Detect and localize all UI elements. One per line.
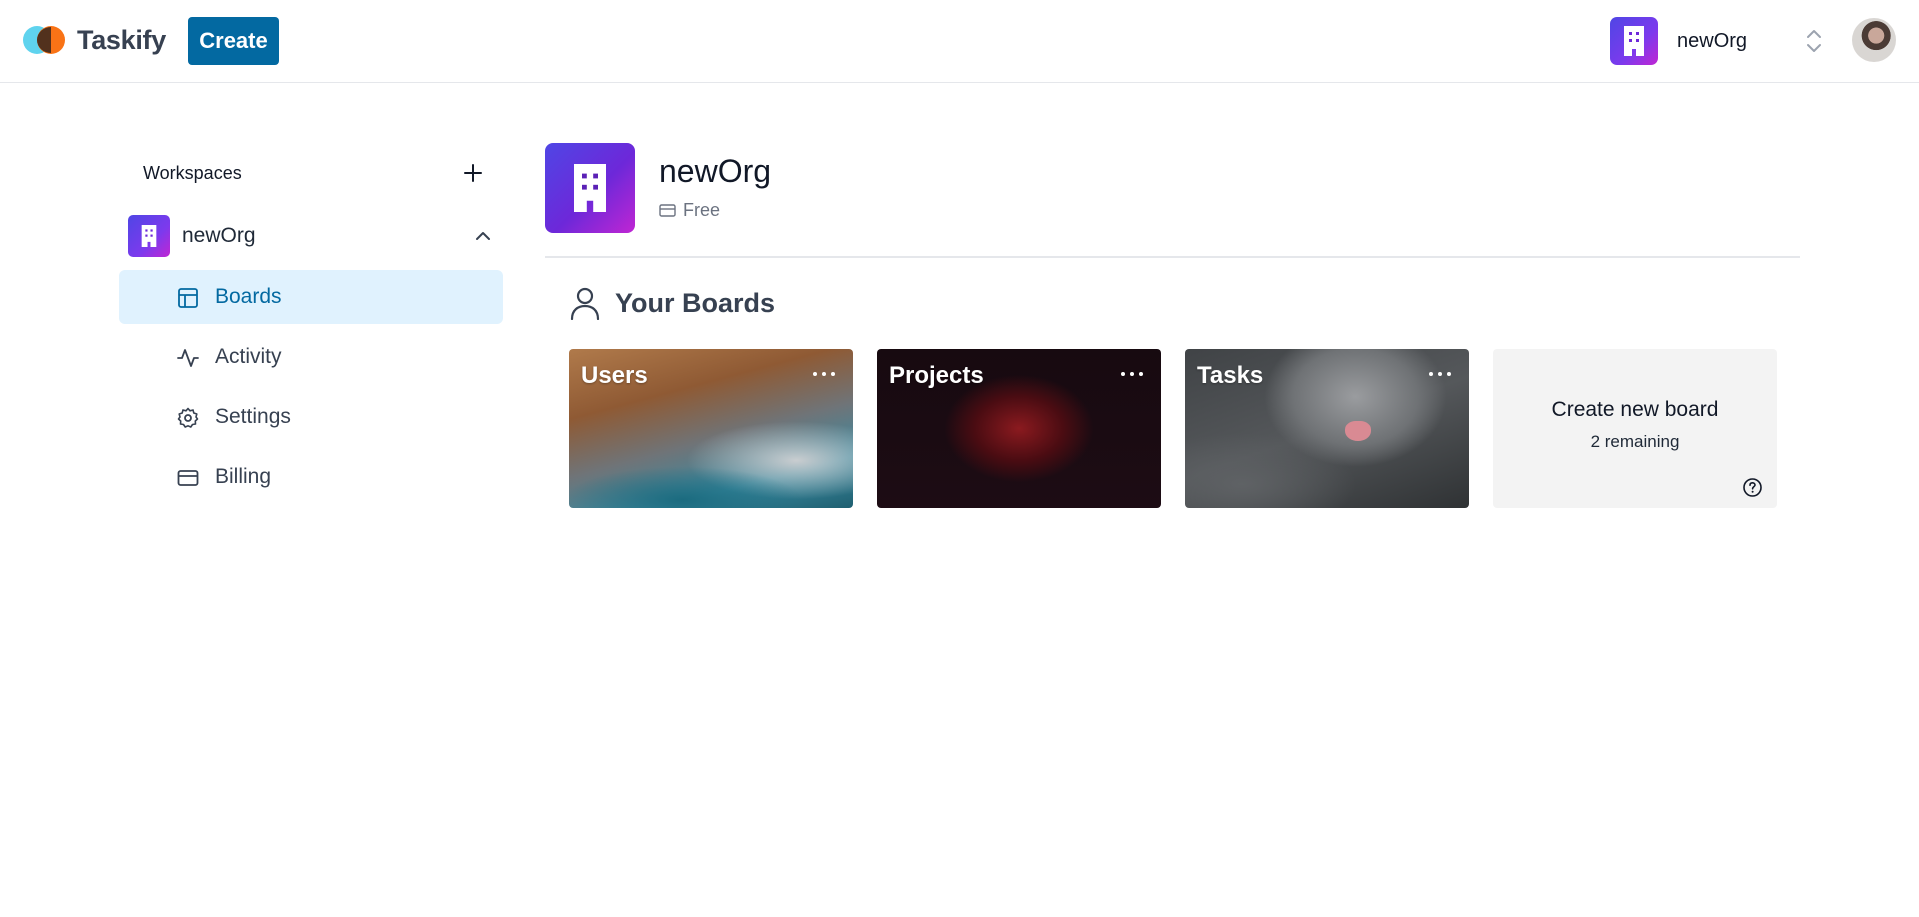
org-info-header: newOrg Free [545,143,1800,258]
sidebar-org-name: newOrg [182,224,256,247]
layout-icon [178,288,198,308]
credit-card-icon [177,470,199,486]
more-options-icon[interactable] [1121,365,1143,383]
building-icon [574,164,606,212]
board-card-users[interactable]: Users [569,349,853,508]
org-switcher[interactable]: newOrg [1610,17,1821,65]
gear-icon [177,407,199,428]
chevrons-up-down-icon [1807,30,1821,52]
sidebar-item-label: Activity [215,345,282,368]
help-circle-icon[interactable] [1742,477,1763,498]
sidebar-nav: Boards Activity Settings Billing [119,270,503,504]
board-title: Users [581,362,648,389]
org-avatar-large [545,143,635,233]
main-content: newOrg Free Your Boards Users Projects T… [545,143,1800,508]
building-icon [141,225,157,247]
logo[interactable]: Taskify [23,20,166,60]
user-icon [570,287,600,320]
create-button[interactable]: Create [188,17,279,65]
sidebar-item-label: Billing [215,465,272,488]
org-avatar-small [128,215,170,257]
board-card-projects[interactable]: Projects [877,349,1161,508]
org-plan: Free [659,200,720,221]
activity-icon [177,349,199,367]
sidebar-item-label: Boards [215,285,282,308]
your-boards-heading: Your Boards [569,286,775,320]
sidebar-item-settings[interactable]: Settings [119,390,503,444]
org-switcher-name: newOrg [1677,29,1748,52]
workspaces-title: Workspaces [143,162,242,183]
board-background-image [1345,421,1371,441]
boards-remaining: 2 remaining [1590,432,1680,451]
more-options-icon[interactable] [1429,365,1451,383]
workspaces-header: Workspaces [119,140,503,206]
board-title: Tasks [1197,362,1264,389]
sidebar-item-billing[interactable]: Billing [119,450,503,504]
org-avatar [1610,17,1658,65]
plus-icon [464,164,482,182]
create-new-board-card[interactable]: Create new board 2 remaining [1493,349,1777,508]
sidebar: Workspaces newOrg Boards Activity Settin… [119,140,503,510]
user-avatar[interactable] [1852,18,1896,62]
more-options-icon[interactable] [813,365,835,383]
board-card-tasks[interactable]: Tasks [1185,349,1469,508]
create-new-board-label: Create new board [1551,398,1719,421]
sidebar-item-activity[interactable]: Activity [119,330,503,384]
org-title: newOrg [659,153,772,189]
credit-card-icon [659,204,676,217]
section-title: Your Boards [615,287,776,318]
board-title: Projects [889,362,984,389]
building-icon [1624,26,1644,56]
logo-icon [23,24,67,56]
chevron-up-icon [476,232,490,240]
sidebar-org-accordion[interactable]: newOrg [119,206,503,266]
add-workspace-button[interactable] [458,158,488,188]
sidebar-item-boards[interactable]: Boards [119,270,503,324]
top-navbar: Taskify Create newOrg [0,0,1919,83]
brand-name: Taskify [77,24,166,55]
sidebar-item-label: Settings [215,405,291,428]
plan-label: Free [683,200,721,220]
